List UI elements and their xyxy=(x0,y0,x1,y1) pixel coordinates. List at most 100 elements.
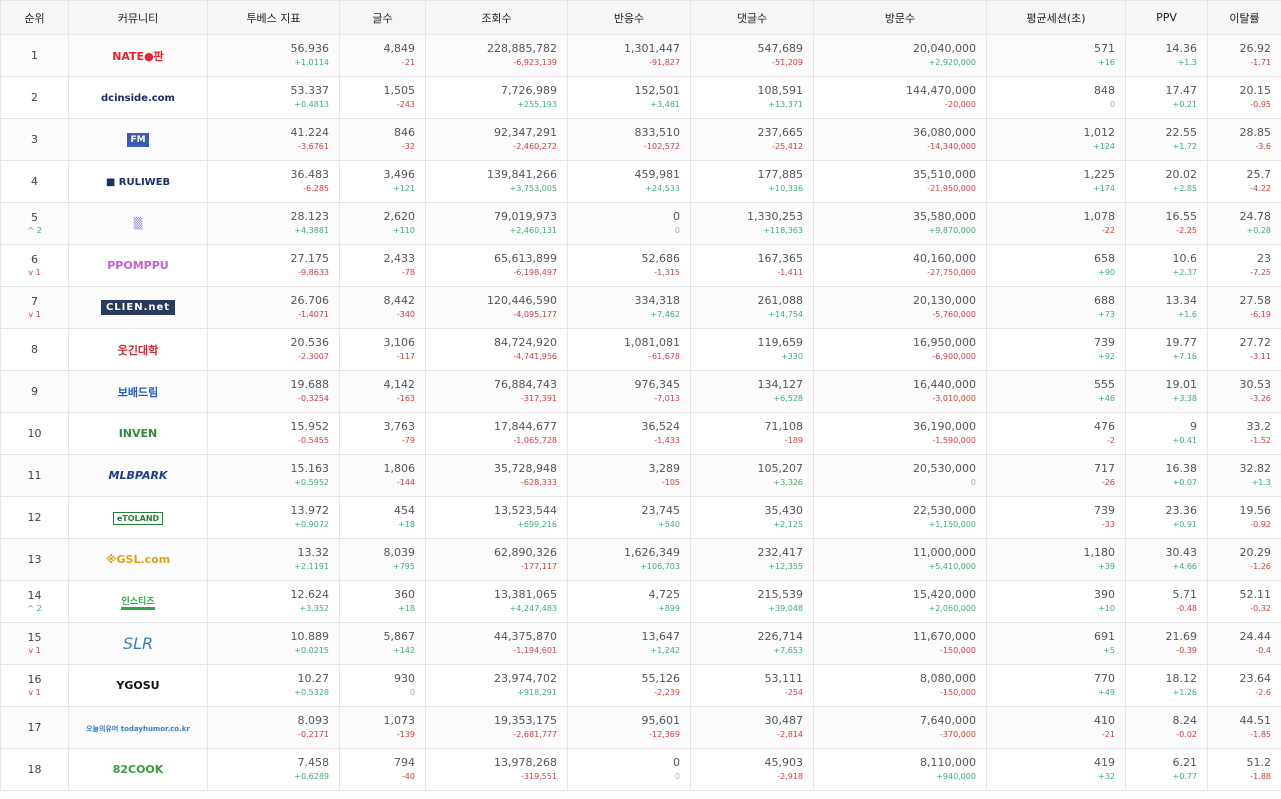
column-header-reactions[interactable]: 반응수 xyxy=(567,0,691,35)
theqoo-logo[interactable]: ▒ xyxy=(134,217,142,230)
reactions-cell: 23,745 +540 xyxy=(567,496,691,539)
rank-number: 15 xyxy=(27,630,42,644)
bounce-value: 19.56 xyxy=(1239,504,1272,517)
table-row[interactable]: 14 ^ 2 인스티즈 12.624 +3.352 360 +18 13,381,065 +4,… xyxy=(0,580,1281,623)
posts-cell: 1,073 -139 xyxy=(339,706,426,749)
visits-cell: 11,670,000 -150,000 xyxy=(813,622,987,665)
ppv-value: 5.71 xyxy=(1172,588,1198,601)
table-row[interactable]: 4 ■ RULIWEB 36.483 -6.285 3,496 +121 139,841,2… xyxy=(0,160,1281,203)
table-row[interactable]: 3 FM 41.224 -3.6761 846 -32 92,347,291 -2,460,2… xyxy=(0,118,1281,161)
nate-pann-logo[interactable]: NATE●판 xyxy=(112,48,164,64)
ppv-value: 16.55 xyxy=(1165,210,1198,223)
column-header-rank[interactable]: 순위 xyxy=(0,0,69,35)
column-header-bounce-rate[interactable]: 이탈률 xyxy=(1207,0,1281,35)
table-row[interactable]: 18 82COOK 7.458 +0.6289 794 -40 13,978,268 -319… xyxy=(0,748,1281,791)
column-header-visits[interactable]: 방문수 xyxy=(813,0,987,35)
fmkorea-logo[interactable]: FM xyxy=(127,133,149,147)
community-logo-cell[interactable]: 보배드림 xyxy=(68,370,208,413)
ppomppu-logo[interactable]: PPOMPPU xyxy=(107,259,168,272)
column-header-tobes-index[interactable]: 투베스 지표 xyxy=(207,0,340,35)
community-logo-cell[interactable]: ▒ xyxy=(68,202,208,245)
ppv-cell: 19.77 +7.16 xyxy=(1125,328,1208,371)
table-row[interactable]: 11 MLBPARK 15.163 +0.5952 1,806 -144 35,728,94… xyxy=(0,454,1281,497)
bobaedream-logo[interactable]: 보배드림 xyxy=(118,384,158,400)
column-header-comments[interactable]: 댓글수 xyxy=(690,0,814,35)
community-logo-cell[interactable]: ※GSL.com xyxy=(68,538,208,581)
comments-cell: 232,417 +12,355 xyxy=(690,538,814,581)
community-logo-cell[interactable]: MLBPARK xyxy=(68,454,208,497)
table-row[interactable]: 8 웃긴대학 20.536 -2.3007 3,106 -117 84,724,920 -4,… xyxy=(0,328,1281,371)
community-logo-cell[interactable]: FM xyxy=(68,118,208,161)
rank-number: 6 xyxy=(31,252,38,266)
community-logo-cell[interactable]: YGOSU xyxy=(68,664,208,707)
column-header-community[interactable]: 커뮤니티 xyxy=(68,0,208,35)
slr-logo[interactable]: SLR xyxy=(123,634,153,653)
community-logo-cell[interactable]: 웃긴대학 xyxy=(68,328,208,371)
table-row[interactable]: 16 v 1 YGOSU 10.27 +0.5328 930 0 23,974,702 +918… xyxy=(0,664,1281,707)
session-cell: 717 -26 xyxy=(986,454,1126,497)
ppv-cell: 20.02 +2.85 xyxy=(1125,160,1208,203)
table-row[interactable]: 13 ※GSL.com 13.32 +2.1191 8,039 +795 62,890,32… xyxy=(0,538,1281,581)
ppv-cell: 30.43 +4.66 xyxy=(1125,538,1208,581)
table-row[interactable]: 6v 1 PPOMPPU 27.175 -9.8633 2,433 -78 65,613,8… xyxy=(0,244,1281,287)
etoland-logo[interactable]: eTOLAND xyxy=(112,511,164,525)
community-logo-cell[interactable]: INVEN xyxy=(68,412,208,455)
reactions-cell: 00 xyxy=(567,748,691,791)
ruliweb-logo[interactable]: ■ RULIWEB xyxy=(106,177,170,188)
table-header-row: 순위 커뮤니티 투베스 지표 글수 조회수 반응수 댓글수 방문수 평균세션(초) PPV 이탈률 xyxy=(0,0,1281,35)
column-header-ppv[interactable]: PPV xyxy=(1125,0,1208,35)
community-logo-cell[interactable]: 인스티즈 xyxy=(68,580,208,623)
dcinside-logo[interactable]: dcinside.com xyxy=(101,93,175,104)
community-logo-cell[interactable]: 오늘의유머 todayhumor.co.kr xyxy=(68,706,208,749)
table-row[interactable]: 1 NATE●판 56.936 +1.0114 4,849 -21 228,885,782 -… xyxy=(0,34,1281,77)
82cook-logo[interactable]: 82COOK xyxy=(113,763,164,776)
column-header-avg-session[interactable]: 평균세션(초) xyxy=(986,0,1126,35)
table-row[interactable]: 12 eTOLAND 13.972 +0.9072 454 +18 13,523,544 +6… xyxy=(0,496,1281,539)
reactions-value: 152,501 xyxy=(634,84,681,97)
visits-value: 36,190,000 xyxy=(913,420,976,433)
table-row[interactable]: 2 dcinside.com 53.337 +0.4813 1,505 -243 7,726… xyxy=(0,76,1281,119)
clien-logo[interactable]: CLIEN.net xyxy=(100,300,176,315)
mlbpark-logo[interactable]: MLBPARK xyxy=(109,469,168,482)
score-delta: +0.0215 xyxy=(294,646,329,655)
table-row[interactable]: 17 오늘의유머 todayhumor.co.kr 8.093 -0.2171 1,07… xyxy=(0,706,1281,749)
table-row[interactable]: 9 보배드림 19.688 -0.3254 4,142 -163 76,884,743 -31… xyxy=(0,370,1281,413)
community-logo-cell[interactable]: 82COOK xyxy=(68,748,208,791)
visits-value: 35,580,000 xyxy=(913,210,976,223)
bounce-cell: 23.64 -2.6 xyxy=(1207,664,1281,707)
visits-cell: 20,130,000 -5,760,000 xyxy=(813,286,987,329)
session-value: 688 xyxy=(1094,294,1115,307)
community-logo-cell[interactable]: dcinside.com xyxy=(68,76,208,119)
score-cell: 19.688 -0.3254 xyxy=(207,370,340,413)
inven-logo[interactable]: INVEN xyxy=(119,427,158,440)
comments-cell: 215,539 +39,048 xyxy=(690,580,814,623)
visits-delta: -14,340,000 xyxy=(927,142,976,151)
table-row[interactable]: 10 INVEN 15.952 -0.5455 3,763 -79 17,844,677 -1… xyxy=(0,412,1281,455)
views-delta: -317,391 xyxy=(521,394,557,403)
rank-number: 7 xyxy=(31,294,38,308)
community-logo-cell[interactable]: NATE●판 xyxy=(68,34,208,77)
todayhumor-logo[interactable]: 오늘의유머 todayhumor.co.kr xyxy=(86,724,190,734)
reactions-value: 459,981 xyxy=(634,168,681,181)
table-row[interactable]: 5 ^ 2 ▒ 28.123 +4.3881 2,620 +110 79,019,973 +2,… xyxy=(0,202,1281,245)
community-logo-cell[interactable]: PPOMPPU xyxy=(68,244,208,287)
table-row[interactable]: 15 v 1 SLR 10.889 +0.0215 5,867 +142 44,375,870… xyxy=(0,622,1281,665)
community-logo-cell[interactable]: ■ RULIWEB xyxy=(68,160,208,203)
session-value: 1,012 xyxy=(1083,126,1116,139)
ygosu-logo[interactable]: YGOSU xyxy=(116,679,159,692)
gasengi-logo[interactable]: ※GSL.com xyxy=(106,553,170,566)
community-logo-cell[interactable]: eTOLAND xyxy=(68,496,208,539)
humoruniv-logo[interactable]: 웃긴대학 xyxy=(118,342,158,358)
bounce-cell: 27.72 -3.11 xyxy=(1207,328,1281,371)
column-header-views[interactable]: 조회수 xyxy=(425,0,568,35)
column-header-posts[interactable]: 글수 xyxy=(339,0,426,35)
reactions-value: 3,289 xyxy=(648,462,681,475)
rank-number: 16 xyxy=(27,672,42,686)
bounce-delta: -0.4 xyxy=(1255,646,1271,655)
table-row[interactable]: 7v 1 CLIEN.net 26.706 -1.4071 8,442 -340 120,4… xyxy=(0,286,1281,329)
bounce-delta: -3.6 xyxy=(1255,142,1271,151)
community-logo-cell[interactable]: CLIEN.net xyxy=(68,286,208,329)
community-logo-cell[interactable]: SLR xyxy=(68,622,208,665)
instiz-logo[interactable]: 인스티즈 xyxy=(121,594,155,610)
comments-value: 108,591 xyxy=(757,84,804,97)
